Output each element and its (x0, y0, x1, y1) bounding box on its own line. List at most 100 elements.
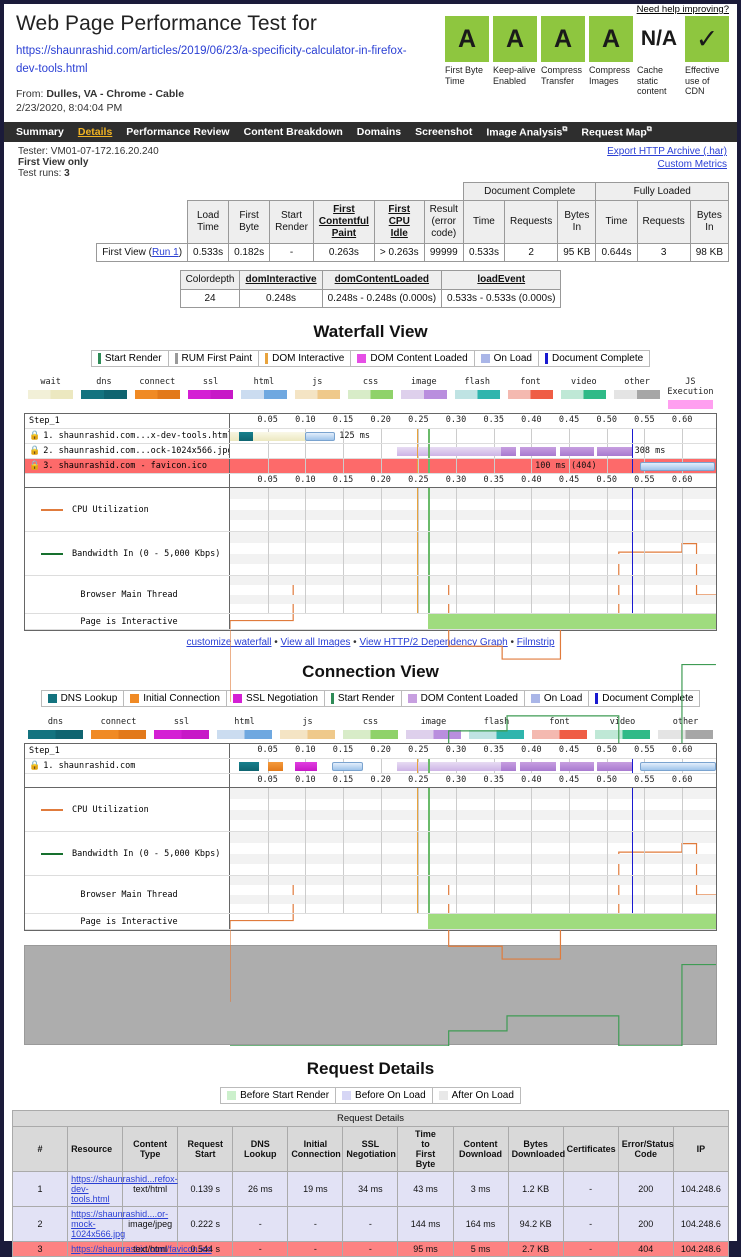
nav-item-domains[interactable]: Domains (357, 126, 401, 138)
connection-chart: Step_1 0.05 0.10 0.15 0.20 0.25 0.30 0.35 0.40 0.… (24, 743, 717, 931)
track-color-line (41, 508, 63, 511)
tick-label: 0.20 (370, 415, 391, 425)
waterfall-request-row[interactable]: 🔒 1. shaunrashid.com...x-dev-tools.html 12… (25, 429, 716, 444)
tick-label: 0.55 (634, 745, 655, 755)
metric-track-label: Browser Main Thread (25, 876, 230, 913)
metrics-value: > 0.263s (373, 243, 425, 262)
gridline (343, 459, 345, 473)
grade-label: Compress Transfer (541, 65, 583, 86)
rd-cell: 200 (617, 1171, 674, 1207)
nav-item-summary[interactable]: Summary (16, 126, 64, 138)
nav-item-details[interactable]: Details (78, 126, 112, 138)
rd-cell: 43 ms (397, 1171, 454, 1207)
metrics-value: - (269, 243, 314, 262)
gridline (644, 429, 646, 443)
event-marker (416, 459, 419, 473)
request-details-caption-row: Request Details (12, 1110, 729, 1127)
waterfall-request-row[interactable]: 🔒 2. shaunrashid.com...ock-1024x566.jpg 30… (25, 444, 716, 459)
table-row[interactable]: 2 https://shaunrashid....or-mock-1024x566… (11, 1206, 730, 1242)
metrics-value: 99999 (423, 243, 464, 262)
gridline (456, 876, 458, 913)
metric-track-label: Browser Main Thread (25, 576, 230, 613)
metric-track-plot (230, 914, 716, 929)
type-key-js: js (291, 377, 344, 409)
metric-track-label: Bandwidth In (0 - 5,000 Kbps) (25, 832, 230, 875)
metrics-corner-cell (96, 200, 188, 244)
waterfall-bar-segment (560, 762, 594, 771)
legend-swatch (97, 353, 101, 364)
table-row[interactable]: 3 https://shaunrashid.com/favicon.ico text… (11, 1241, 730, 1257)
gridline (267, 876, 269, 913)
nav-item-image-analysis[interactable]: Image Analysis⧉ (486, 126, 567, 139)
tick-label: 0.25 (408, 775, 429, 785)
grade-summary: A First Byte Time A Keep-alive Enabled A Comp… (445, 16, 729, 97)
tick-label: 0.40 (521, 415, 542, 425)
tick-label: 0.40 (521, 775, 542, 785)
type-key-swatch (28, 390, 74, 399)
rd-col-header: Initial Connection (287, 1126, 344, 1172)
rd-cell: 1.2 KB (507, 1171, 564, 1207)
metrics-row-label: First View (Run 1) (96, 243, 189, 262)
tick-label: 0.15 (332, 745, 354, 755)
rd-cell: - (287, 1206, 344, 1242)
gridline (305, 576, 307, 613)
metrics-group-row: Document Complete Fully Loaded (96, 182, 729, 201)
export-link-0[interactable]: Export HTTP Archive (.har) (607, 146, 727, 157)
grade-label: Effective use of CDN (685, 65, 720, 96)
request-track: 125 ms (230, 429, 716, 443)
event-marker (631, 459, 634, 473)
report-page: Need help improving? Web Page Performanc… (4, 4, 737, 1257)
track-name: Bandwidth In (0 - 5,000 Kbps) (72, 848, 221, 859)
grade-cell-0: A First Byte Time (445, 16, 489, 97)
type-key-swatch (614, 390, 660, 399)
nav-item-content-breakdown[interactable]: Content Breakdown (244, 126, 343, 138)
tick-label: 0.55 (634, 415, 655, 425)
tick-label: 0.30 (445, 775, 467, 785)
request-details-title: Request Details (306, 1059, 435, 1078)
rd-cell: 404 (617, 1241, 674, 1257)
metrics-table: Document Complete Fully Loaded Load Time Fir… (96, 182, 730, 262)
type-key-swatch (154, 730, 209, 739)
nav-item-screenshot[interactable]: Screenshot (415, 126, 472, 138)
gridline (493, 876, 495, 913)
table-row[interactable]: 1 https://shaunrashid...refox-dev-tools.h… (11, 1171, 730, 1207)
event-marker (416, 429, 419, 443)
metric-track-row: Bandwidth In (0 - 5,000 Kbps) (25, 832, 716, 876)
metrics-col-header: Bytes In (557, 200, 597, 244)
test-timestamp: 2/23/2020, 8:04:04 PM (16, 102, 123, 114)
tick-label: 0.45 (558, 415, 580, 425)
tick-label: 0.60 (671, 745, 693, 755)
metrics-header-row: Load Time First Byte Start Render First Content… (96, 200, 730, 244)
step-track: 0.05 0.10 0.15 0.20 0.25 0.30 0.35 0.40 0.45 0.50… (230, 414, 716, 428)
metric-track-row: Page is Interactive (25, 914, 716, 930)
waterfall-legend: Start Render RUM First Paint DOM Interacti… (4, 350, 737, 367)
waterfall-request-row[interactable]: 🔒 3. shaunrashid.com - favicon.ico 100 ms … (25, 459, 716, 474)
bandwidth-sparkline (230, 532, 716, 746)
rd-col-header: IP (672, 1126, 730, 1172)
tick-label: 0.10 (295, 775, 316, 785)
need-help-improving-link[interactable]: Need help improving? (637, 4, 729, 15)
lock-icon: 🔒 (29, 446, 41, 456)
gridline (456, 459, 458, 473)
run-link[interactable]: Run 1 (152, 247, 179, 258)
gridline (456, 576, 458, 613)
gridline (531, 876, 533, 913)
report-nav[interactable]: Summary Details Performance Review Content … (4, 122, 737, 142)
metrics-col-header: Requests (636, 200, 691, 244)
legend-label: RUM First Paint (181, 353, 253, 364)
gridline (456, 429, 458, 443)
nav-item-performance-review[interactable]: Performance Review (126, 126, 229, 138)
type-key-ssl: ssl (150, 717, 213, 739)
event-marker (631, 876, 634, 913)
type-key-css: css (344, 377, 397, 409)
metric-track-label: CPU Utilization (25, 788, 230, 831)
type-key-connect: connect (131, 377, 184, 409)
rd-col-header: Error/Status Code (617, 1126, 674, 1172)
legend-item: After On Load (433, 1088, 520, 1103)
tested-url-link[interactable]: https://shaunrashid.com/articles/2019/06… (16, 42, 416, 78)
legend-swatch (174, 353, 178, 364)
nav-item-request-map[interactable]: Request Map⧉ (581, 126, 651, 139)
step-track: 0.05 0.10 0.15 0.20 0.25 0.30 0.35 0.40 0.45 0.50… (230, 744, 716, 758)
connection-row[interactable]: 🔒 1. shaunrashid.com (25, 759, 716, 774)
export-link-1[interactable]: Custom Metrics (607, 159, 727, 170)
